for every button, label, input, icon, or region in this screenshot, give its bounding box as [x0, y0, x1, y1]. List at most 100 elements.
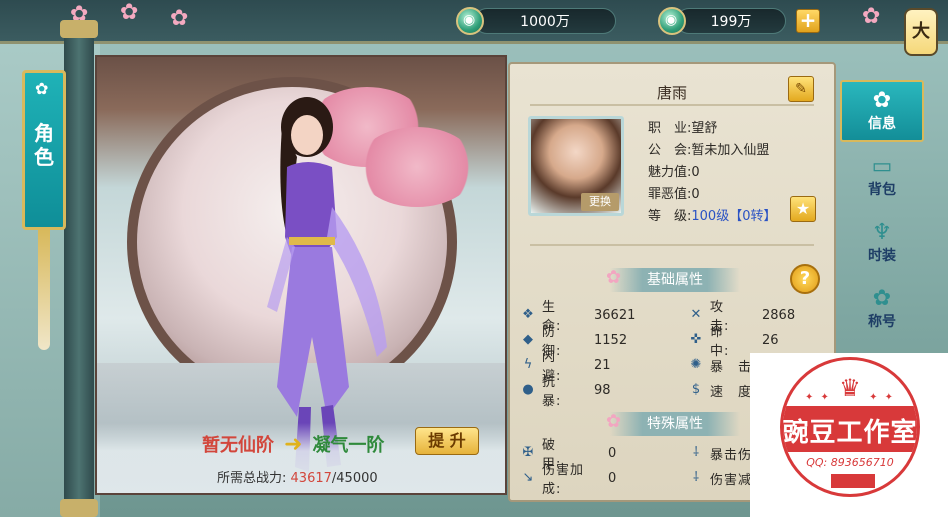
- required-power: 所需总战力: 43617/45000: [217, 467, 378, 486]
- attr-row: ✜ 命 中: 26: [688, 325, 779, 359]
- divider: [530, 244, 814, 246]
- tab-label: 时装: [868, 248, 896, 264]
- attr-value: 98: [594, 382, 611, 398]
- anti-crit-icon: ●: [522, 382, 534, 397]
- info-label: 等 级:: [648, 209, 692, 224]
- next-realm: 凝气一阶: [312, 435, 385, 456]
- attr-value: 26: [762, 332, 779, 348]
- watermark-text: 豌豆工作室: [782, 418, 918, 448]
- jade-coin-icon: [456, 7, 484, 35]
- role-tab-label-2: 色: [34, 145, 54, 169]
- character-scene: 暂无仙阶 ➜ 凝气一阶 提 升 所需总战力: 43617/45000: [95, 55, 507, 495]
- info-label: 公 会:: [648, 143, 692, 158]
- lotus-icon: ✿: [606, 267, 622, 288]
- hp-drop-icon: ❖: [522, 307, 534, 322]
- info-row-level: 等 级:100级【0转】: [648, 206, 776, 228]
- gold-amount: 199万: [676, 8, 786, 34]
- info-label: 罪恶值:: [648, 187, 692, 202]
- info-label: 职 业:: [648, 121, 692, 136]
- cherry-blossom-icon: ✿: [862, 4, 881, 29]
- level-value: 100级【0转】: [691, 209, 777, 224]
- cherry-blossom-icon: ✿: [170, 6, 189, 31]
- jade-coin-icon: [658, 7, 686, 35]
- realm-progress: 暂无仙阶 ➜ 凝气一阶: [202, 431, 384, 457]
- attr-value: 0: [608, 445, 617, 461]
- info-row-job: 职 业:望舒: [648, 118, 776, 140]
- stars-decor: ✦ ✦: [805, 392, 831, 403]
- upgrade-bar: 暂无仙阶 ➜ 凝气一阶 提 升 所需总战力: 43617/45000: [97, 423, 505, 493]
- attr-row: ● 抗 暴: 98: [520, 375, 611, 409]
- arrow-right-icon: ➜: [284, 431, 303, 457]
- gold-currency: 199万 +: [658, 6, 820, 36]
- cherry-blossom-icon: ✿: [120, 0, 139, 25]
- role-tab-label: 角 色: [25, 121, 63, 169]
- tab-title[interactable]: ✿ 称号: [840, 280, 924, 342]
- current-power: 43617: [290, 471, 332, 486]
- special-attrs-header: ✿ 特殊属性: [606, 411, 740, 436]
- info-value: 暂未加入仙盟: [691, 143, 770, 158]
- tab-label: 称号: [868, 314, 896, 330]
- watermark: ♛ ✦ ✦ ✦ ✦ 豌豆工作室 QQ: 893656710: [750, 353, 948, 517]
- role-side-tab[interactable]: ✿ 角 色: [22, 70, 66, 230]
- watermark-seal: ♛ ✦ ✦ ✦ ✦ 豌豆工作室 QQ: 893656710: [780, 357, 920, 497]
- pierce-icon: ✠: [522, 445, 534, 460]
- dmg-reduce-icon: ⸸: [692, 470, 700, 485]
- character-name: 唐雨: [656, 84, 687, 102]
- top-bar: ✿ ✿ ✿ ✿ 1000万 199万 +: [0, 0, 948, 44]
- tab-label: 背包: [868, 182, 896, 198]
- crit-target-icon: ✺: [690, 357, 702, 372]
- crit-dmg-icon: ⸸: [692, 445, 700, 460]
- info-value: 0: [691, 187, 700, 202]
- star-icon[interactable]: ★: [790, 196, 816, 222]
- attr-value: 36621: [594, 307, 636, 323]
- edit-name-pencil-icon[interactable]: ✎: [788, 76, 814, 102]
- swap-portrait-button[interactable]: 更换: [581, 193, 619, 211]
- help-icon[interactable]: ?: [790, 264, 820, 294]
- silver-currency: 1000万: [456, 6, 616, 36]
- attr-label: 抗 暴:: [542, 375, 571, 409]
- divider: [530, 104, 814, 106]
- crosshair-icon: ✜: [690, 332, 702, 347]
- dmg-bonus-icon: ↘: [522, 470, 534, 485]
- required-power-total: /45000: [331, 471, 378, 486]
- tab-label: 信息: [868, 116, 896, 132]
- watermark-banner: [831, 474, 875, 488]
- tassel-decor: [38, 230, 50, 350]
- info-row-charm: 魅力值:0: [648, 162, 776, 184]
- upgrade-button[interactable]: 提 升: [415, 427, 479, 455]
- robe-icon: ♆: [872, 220, 892, 245]
- tab-info[interactable]: ✿ 信息: [840, 80, 924, 142]
- close-lantern-button[interactable]: 大: [904, 8, 938, 56]
- tab-fashion[interactable]: ♆ 时装: [840, 214, 924, 276]
- info-row-guild: 公 会:暂未加入仙盟: [648, 140, 776, 162]
- bag-icon: ▭: [871, 154, 893, 179]
- info-value: 0: [691, 165, 700, 180]
- character-portrait[interactable]: 更换: [528, 116, 624, 216]
- current-realm: 暂无仙阶: [202, 435, 274, 456]
- crossed-swords-icon: ✕: [690, 307, 702, 322]
- info-value: 望舒: [691, 121, 718, 136]
- crown-icon: ♛: [839, 374, 861, 402]
- lotus-icon: ✿: [606, 411, 622, 432]
- role-tab-label-1: 角: [34, 121, 54, 145]
- lotus-icon: ✿: [872, 88, 892, 113]
- info-label: 魅力值:: [648, 165, 692, 180]
- attr-value: 2868: [762, 307, 796, 323]
- attr-value: 1152: [594, 332, 628, 348]
- lotus-icon: ✿: [35, 79, 49, 98]
- right-tabs: ✿ 信息 ▭ 背包 ♆ 时装 ✿ 称号: [840, 76, 924, 356]
- attr-row: ↘ 伤害加成: 0: [520, 463, 617, 497]
- title-lotus-icon: ✿: [872, 286, 892, 311]
- tab-bag[interactable]: ▭ 背包: [840, 148, 924, 210]
- special-attrs-title: 特殊属性: [647, 416, 703, 432]
- attr-value: 0: [608, 470, 617, 486]
- attr-label: 伤害加成:: [542, 463, 585, 497]
- scroll-rod-decor: [60, 20, 98, 517]
- add-currency-button[interactable]: +: [796, 9, 820, 33]
- info-row-sin: 罪恶值:0: [648, 184, 776, 206]
- dodge-icon: ϟ: [523, 357, 533, 372]
- base-attrs-title: 基础属性: [647, 272, 703, 288]
- stars-decor: ✦ ✦: [869, 392, 895, 403]
- shield-icon: ◆: [523, 332, 533, 347]
- attr-value: 21: [594, 357, 611, 373]
